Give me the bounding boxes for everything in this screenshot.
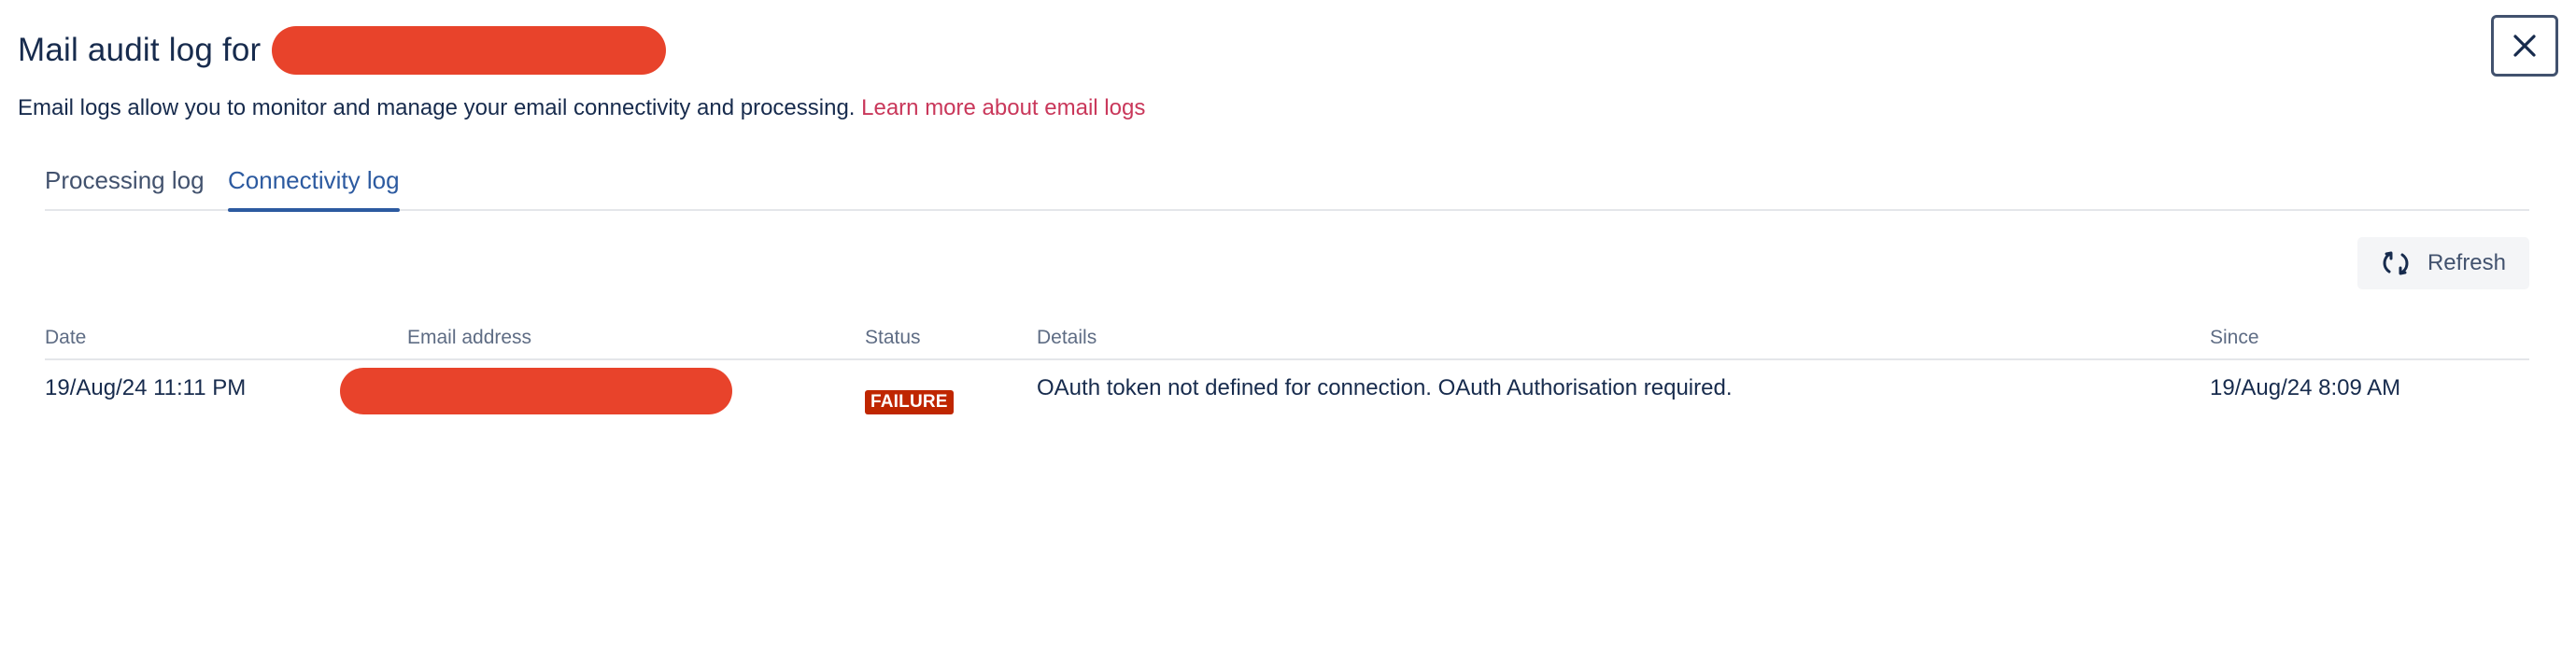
redacted-mailbox-name bbox=[272, 26, 667, 75]
table-header: Date Email address Status Details Since bbox=[45, 323, 2529, 360]
description-text: Email logs allow you to monitor and mana… bbox=[18, 95, 856, 120]
redacted-email-address bbox=[340, 368, 732, 414]
connectivity-log-table: Date Email address Status Details Since … bbox=[45, 323, 2529, 420]
log-tabs: Processing log Connectivity log bbox=[45, 166, 2529, 212]
row-since: 19/Aug/24 8:09 AM bbox=[2210, 375, 2401, 400]
dialog-header: Mail audit log for bbox=[18, 26, 667, 75]
learn-more-link[interactable]: Learn more about email logs bbox=[861, 95, 1145, 120]
refresh-icon bbox=[2383, 251, 2409, 275]
dialog-description: Email logs allow you to monitor and mana… bbox=[18, 95, 1145, 121]
tab-connectivity-log[interactable]: Connectivity log bbox=[228, 166, 400, 212]
close-icon bbox=[2513, 35, 2536, 57]
row-details: OAuth token not defined for connection. … bbox=[1037, 375, 1733, 400]
column-header-details: Details bbox=[1037, 327, 1097, 348]
mail-audit-log-dialog: Mail audit log for Email logs allow you … bbox=[0, 0, 2576, 659]
failure-status-badge: FAILURE bbox=[865, 390, 954, 414]
close-button[interactable] bbox=[2491, 15, 2558, 77]
tab-processing-log[interactable]: Processing log bbox=[45, 166, 205, 206]
row-date: 19/Aug/24 11:11 PM bbox=[45, 375, 247, 400]
column-header-status: Status bbox=[865, 327, 921, 348]
refresh-label: Refresh bbox=[2427, 250, 2507, 275]
column-header-date: Date bbox=[45, 327, 87, 348]
column-header-since: Since bbox=[2210, 327, 2259, 348]
column-header-email: Email address bbox=[407, 327, 532, 348]
refresh-button[interactable]: Refresh bbox=[2357, 237, 2529, 289]
dialog-title: Mail audit log for bbox=[18, 32, 262, 68]
